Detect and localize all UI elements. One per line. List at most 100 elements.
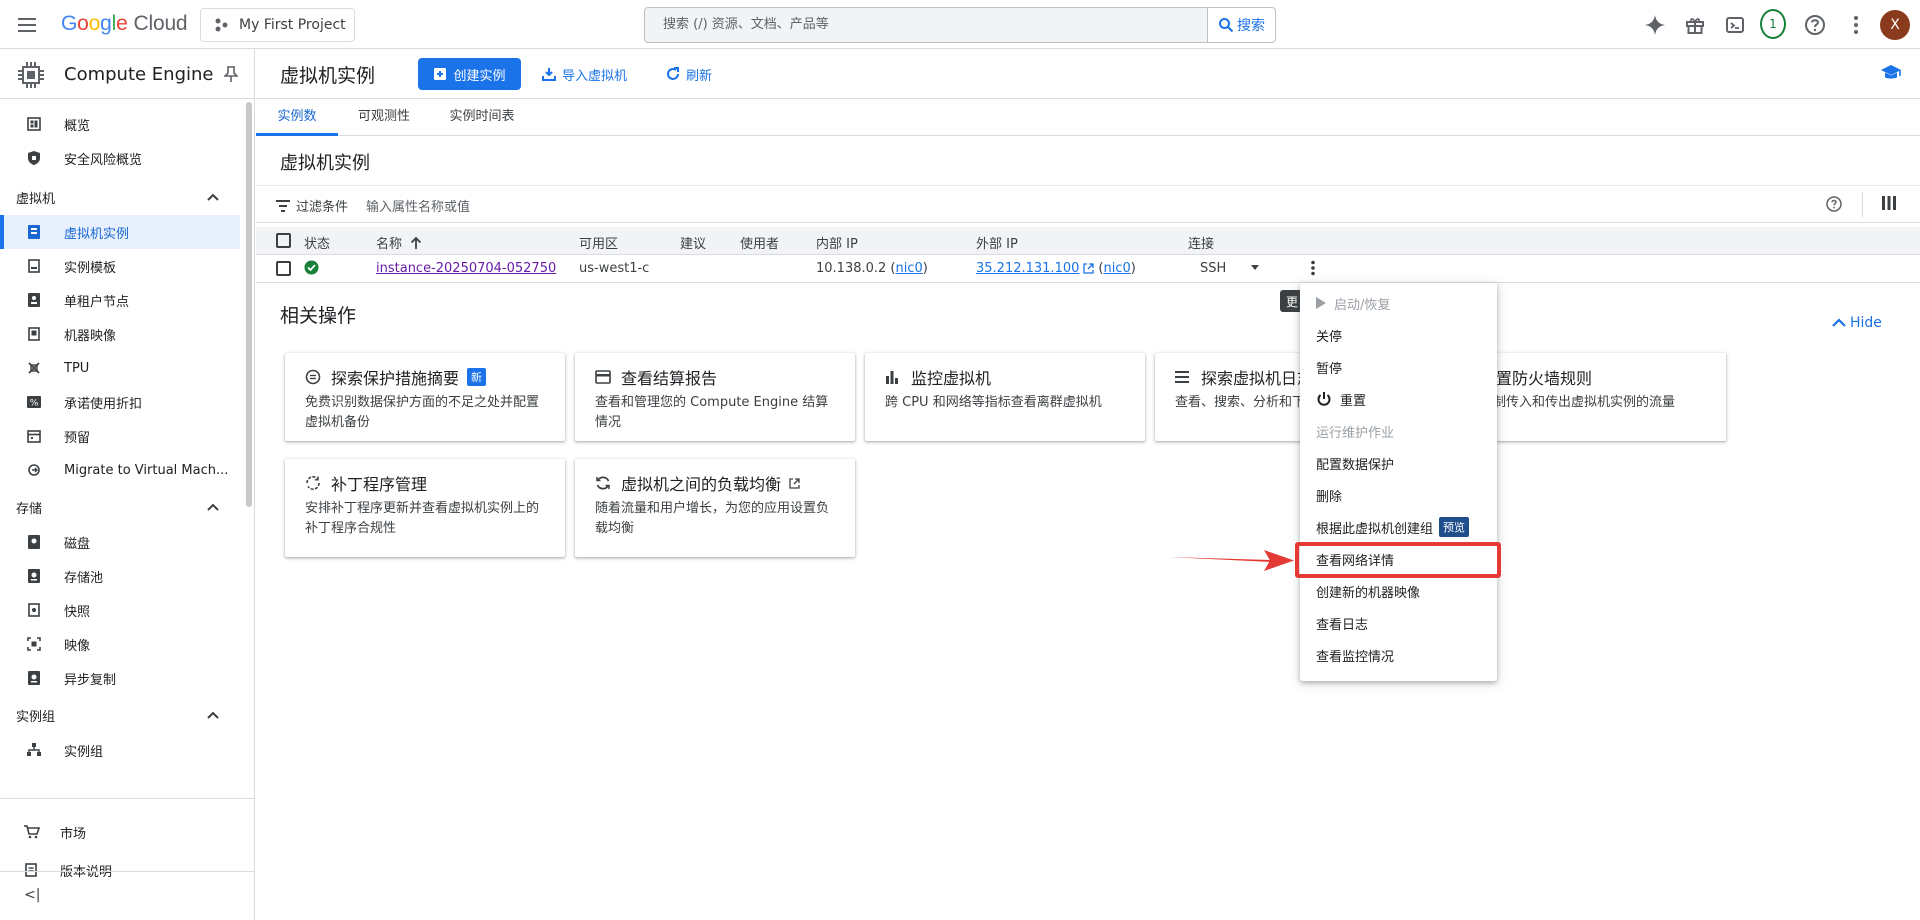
cloud-shell-icon[interactable] — [1722, 12, 1748, 38]
sidebar-item-migrate[interactable]: Migrate to Virtual Mach... — [0, 453, 240, 487]
filter-button[interactable]: 过滤条件 — [276, 196, 348, 215]
collapse-sidebar-button[interactable]: <| — [24, 887, 40, 903]
menu-item-delete[interactable]: 删除 — [1300, 479, 1497, 511]
sidebar-item-vm-instances[interactable]: 虚拟机实例 — [0, 215, 240, 249]
account-avatar[interactable]: X — [1880, 10, 1910, 40]
column-header-name[interactable]: 名称 — [376, 233, 422, 252]
disk-icon — [26, 534, 42, 550]
sidebar-item-snapshots[interactable]: 快照 — [0, 593, 240, 627]
sidebar-item-committed-use[interactable]: % 承诺使用折扣 — [0, 385, 240, 419]
column-header-status[interactable]: 状态 — [304, 233, 330, 252]
sidebar-item-tpu[interactable]: TPU — [0, 351, 240, 385]
card-billing-report[interactable]: 查看结算报告 查看和管理您的 Compute Engine 结算情况 — [575, 353, 855, 441]
menu-item-start-resume[interactable]: 启动/恢复 — [1300, 287, 1497, 319]
sidebar-item-storage-pools[interactable]: 存储池 — [0, 559, 240, 593]
ssh-button[interactable]: SSH — [1200, 261, 1226, 276]
sidebar-item-marketplace[interactable]: 市场 — [0, 815, 240, 849]
external-nic-link[interactable]: nic0 — [1103, 261, 1130, 276]
sidebar-section-vm[interactable]: 虚拟机 — [0, 181, 240, 213]
gift-icon[interactable] — [1682, 12, 1708, 38]
tab-instances[interactable]: 实例数 — [256, 99, 338, 136]
sidebar-divider — [0, 871, 255, 872]
menu-item-view-logs[interactable]: 查看日志 — [1300, 607, 1497, 639]
search-bar[interactable]: 搜索 (/) 资源、文档、产品等 搜索 — [644, 7, 1276, 43]
tab-instance-schedules[interactable]: 实例时间表 — [432, 99, 532, 136]
sidebar-item-label: 安全风险概览 — [64, 152, 143, 168]
create-instance-button[interactable]: 创建实例 — [418, 58, 521, 90]
help-icon[interactable] — [1826, 196, 1842, 212]
sidebar-item-instance-templates[interactable]: 实例模板 — [0, 249, 240, 283]
instance-name-link[interactable]: instance-20250704-052750 — [376, 261, 556, 276]
column-header-zone[interactable]: 可用区 — [579, 233, 618, 252]
menu-item-data-protection[interactable]: 配置数据保护 — [1300, 447, 1497, 479]
sidebar-item-async-replication[interactable]: 异步复制 — [0, 661, 240, 695]
sidebar-section-instance-groups[interactable]: 实例组 — [0, 699, 240, 731]
migrate-icon — [26, 462, 42, 478]
card-description: 查看和管理您的 Compute Engine 结算情况 — [595, 395, 829, 430]
menu-item-suspend[interactable]: 暂停 — [1300, 351, 1497, 383]
row-checkbox[interactable] — [276, 261, 291, 276]
sidebar-item-security[interactable]: 安全风险概览 — [0, 141, 240, 175]
import-vm-label: 导入虚拟机 — [562, 68, 628, 84]
sync-icon — [595, 475, 611, 491]
sidebar-item-disks[interactable]: 磁盘 — [0, 525, 240, 559]
card-load-balancing[interactable]: 虚拟机之间的负载均衡 随着流量和用户增长，为您的应用设置负载均衡 — [575, 459, 855, 557]
menu-item-label: 查看日志 — [1316, 617, 1369, 633]
pin-icon[interactable] — [224, 65, 238, 83]
menu-item-create-machine-image[interactable]: 创建新的机器映像 — [1300, 575, 1497, 607]
column-display-icon[interactable] — [1882, 196, 1896, 210]
menu-item-label: 删除 — [1316, 489, 1343, 505]
filter-bar: 过滤条件 输入属性名称或值 — [256, 185, 1920, 223]
sidebar-item-label: 承诺使用折扣 — [64, 396, 143, 412]
menu-item-view-monitoring[interactable]: 查看监控情况 — [1300, 639, 1497, 671]
google-cloud-logo[interactable]: Google Cloud — [61, 12, 188, 36]
search-button-label: 搜索 — [1237, 18, 1265, 34]
external-ip-link[interactable]: 35.212.131.100 — [976, 261, 1079, 276]
sidebar-item-overview[interactable]: 概览 — [0, 107, 240, 141]
hide-related-button[interactable]: Hide — [1832, 315, 1882, 331]
sidebar-item-images[interactable]: 映像 — [0, 627, 240, 661]
column-header-internal-ip[interactable]: 内部 IP — [816, 233, 858, 252]
column-header-external-ip[interactable]: 外部 IP — [976, 233, 1018, 252]
card-patch-management[interactable]: 补丁程序管理 安排补丁程序更新并查看虚拟机实例上的补丁程序合规性 — [285, 459, 565, 557]
refresh-button[interactable]: 刷新 — [666, 58, 712, 90]
menu-item-maintenance[interactable]: 运行维护作业 — [1300, 415, 1497, 447]
card-monitor-vms[interactable]: 监控虚拟机 跨 CPU 和网络等指标查看离群虚拟机 — [865, 353, 1145, 441]
logo-letter: g — [100, 12, 112, 35]
internal-nic-link[interactable]: nic0 — [896, 261, 923, 276]
project-picker[interactable]: My First Project — [200, 8, 355, 42]
filter-input[interactable]: 输入属性名称或值 — [366, 196, 470, 215]
sidebar-item-reservations[interactable]: 预留 — [0, 419, 240, 453]
help-icon[interactable] — [1802, 12, 1828, 38]
card-protection-summary[interactable]: 探索保护措施摘要 新 免费识别数据保护方面的不足之处并配置虚拟机备份 — [285, 353, 565, 441]
sidebar-item-label: 快照 — [64, 604, 91, 620]
search-button[interactable]: 搜索 — [1207, 8, 1275, 42]
column-header-in-use-by[interactable]: 使用者 — [740, 233, 779, 252]
menu-item-create-group[interactable]: 根据此虚拟机创建组 预览 — [1300, 511, 1497, 543]
sidebar-item-machine-images[interactable]: 机器映像 — [0, 317, 240, 351]
sidebar-item-release-notes[interactable]: 版本说明 — [0, 853, 240, 887]
select-all-checkbox[interactable] — [276, 233, 291, 248]
notifications-badge[interactable]: 1 — [1760, 9, 1786, 39]
menu-item-reset[interactable]: 重置 — [1300, 383, 1497, 415]
more-actions-icon[interactable] — [1310, 260, 1316, 276]
more-options-icon[interactable] — [1843, 12, 1869, 38]
tab-observability[interactable]: 可观测性 — [338, 99, 430, 136]
billing-icon — [595, 369, 611, 385]
notification-count: 1 — [1760, 9, 1786, 39]
search-input[interactable]: 搜索 (/) 资源、文档、产品等 — [645, 8, 1207, 42]
menu-item-stop[interactable]: 关停 — [1300, 319, 1497, 351]
sidebar-item-sole-tenant-nodes[interactable]: 单租户节点 — [0, 283, 240, 317]
column-header-connect[interactable]: 连接 — [1188, 233, 1214, 252]
chevron-up-icon — [1832, 318, 1846, 327]
sidebar-scrollbar[interactable] — [246, 102, 252, 507]
sidebar-item-label: 单租户节点 — [64, 294, 130, 310]
learn-icon[interactable] — [1880, 63, 1902, 83]
import-vm-button[interactable]: 导入虚拟机 — [542, 58, 627, 90]
ssh-dropdown-icon[interactable] — [1250, 265, 1260, 271]
column-header-recommendations[interactable]: 建议 — [680, 233, 706, 252]
sidebar-item-instance-groups[interactable]: 实例组 — [0, 733, 240, 767]
sidebar-section-storage[interactable]: 存储 — [0, 491, 240, 523]
main-menu-icon[interactable] — [16, 14, 38, 36]
gemini-icon[interactable] — [1642, 12, 1668, 38]
